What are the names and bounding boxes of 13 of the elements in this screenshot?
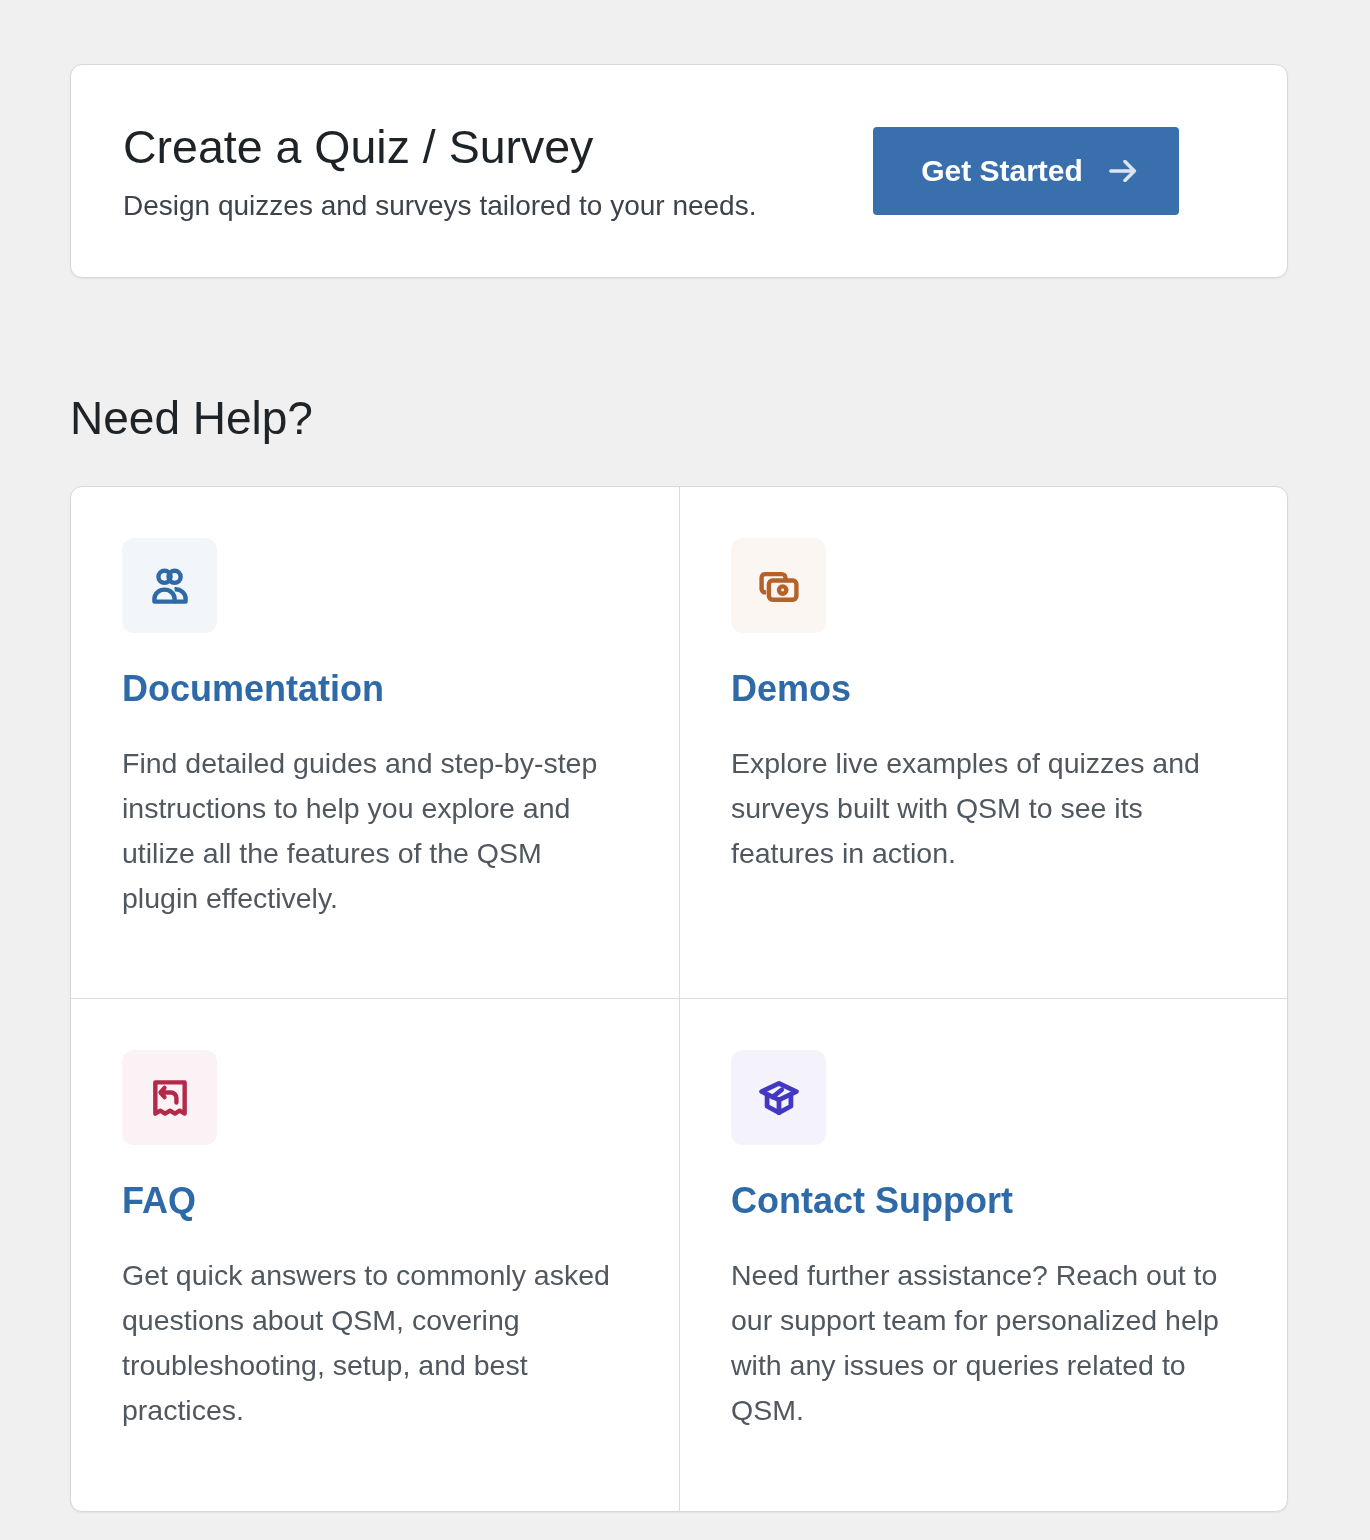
help-description: Get quick answers to commonly asked questions about QSM, covering troubleshooting, setup, and best practices. bbox=[122, 1258, 611, 1428]
create-description: Design quizzes and surveys tailored to your needs. bbox=[123, 189, 758, 223]
help-description: Find detailed guides and step-by-step instructions to help you explore and utilize all the features of the QSM plugin effectively. bbox=[122, 746, 599, 916]
help-description: Need further assistance? Reach out to our support team for personalized help with any issues or queries related to QSM. bbox=[731, 1258, 1220, 1428]
create-title: Create a Quiz / Survey bbox=[123, 120, 595, 175]
help-link[interactable]: Demos bbox=[731, 667, 1247, 711]
get-started-button[interactable]: Get Started bbox=[873, 127, 1179, 215]
help-description: Explore live examples of quizzes and surveys built with QSM to see its features in action. bbox=[731, 746, 1201, 871]
arrow-right-icon bbox=[1108, 160, 1137, 182]
help-link[interactable]: Contact Support bbox=[731, 1179, 1247, 1223]
help-link[interactable]: FAQ bbox=[122, 1179, 639, 1223]
help-link[interactable]: Documentation bbox=[122, 667, 639, 711]
help-heading: Need Help? bbox=[70, 391, 314, 446]
